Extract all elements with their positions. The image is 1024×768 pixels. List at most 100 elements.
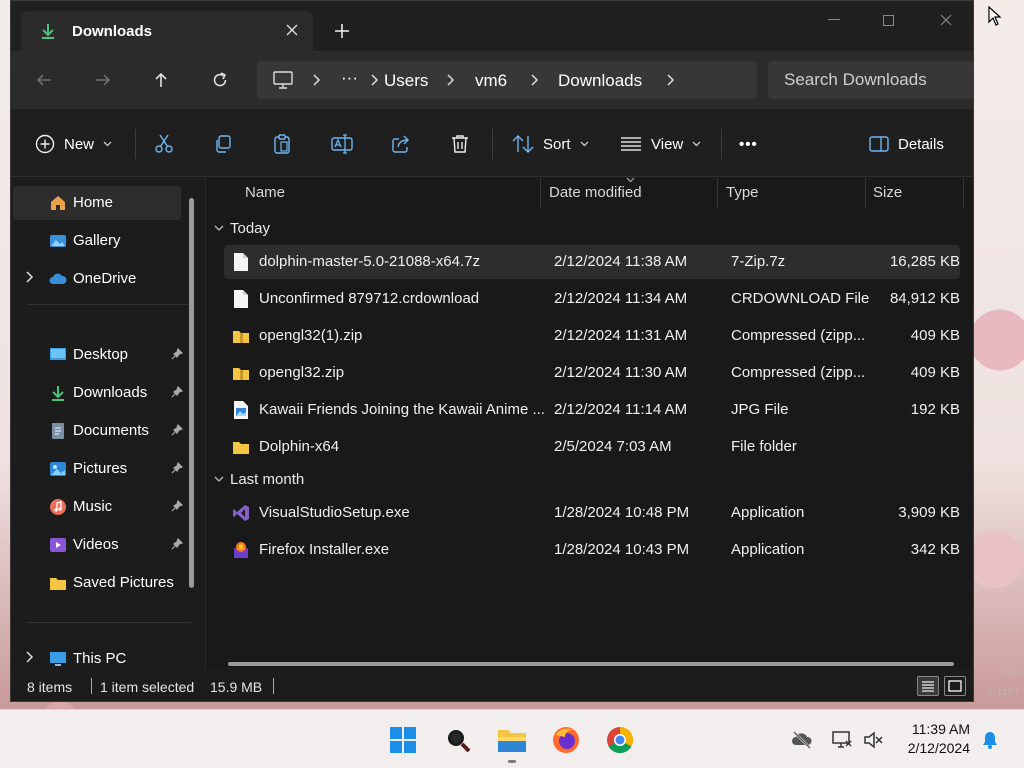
chevron-right-icon: [667, 74, 675, 86]
clipboard-icon: [274, 134, 290, 154]
search-button[interactable]: [440, 722, 476, 758]
system-clock[interactable]: 11:39 AM 2/12/2024: [908, 720, 970, 758]
sidebar-scrollbar[interactable]: [189, 198, 194, 588]
group-header-today[interactable]: Today: [214, 220, 270, 237]
breadcrumb-downloads[interactable]: Downloads: [558, 71, 642, 91]
cloud-offline-icon[interactable]: [791, 729, 813, 751]
back-button[interactable]: [29, 65, 59, 95]
column-divider[interactable]: [865, 178, 866, 208]
tiles-view-button[interactable]: [944, 676, 966, 696]
sidebar-divider: [27, 622, 191, 623]
sidebar-item-gallery[interactable]: Gallery: [13, 224, 181, 258]
videos-icon: [50, 538, 66, 552]
file-size: 342 KB: [910, 541, 960, 558]
scissors-icon: [155, 134, 173, 153]
column-header-date[interactable]: Date modified: [549, 184, 642, 201]
chevron-down-icon: [214, 476, 224, 482]
file-size: 409 KB: [910, 364, 960, 381]
firefox-installer-icon: [234, 542, 248, 558]
search-input[interactable]: Search Downloads: [768, 61, 973, 99]
file-type: Application: [731, 504, 805, 521]
details-pane-button[interactable]: Details: [869, 129, 944, 159]
column-divider[interactable]: [717, 178, 718, 208]
column-divider[interactable]: [540, 178, 541, 208]
sidebar-item-documents[interactable]: Documents: [13, 414, 183, 448]
address-bar[interactable]: ··· Users vm6 Downloads: [257, 61, 757, 99]
file-row[interactable]: Kawaii Friends Joining the Kawaii Anime …: [224, 393, 960, 427]
file-row[interactable]: Dolphin-x64 2/5/2024 7:03 AM File folder: [224, 430, 960, 464]
close-tab-button[interactable]: [279, 17, 305, 43]
group-header-last-month[interactable]: Last month: [214, 471, 304, 488]
details-view-button[interactable]: [917, 676, 939, 696]
refresh-button[interactable]: [205, 65, 235, 95]
file-row[interactable]: opengl32.zip 2/12/2024 11:30 AM Compress…: [224, 356, 960, 390]
column-header-size[interactable]: Size: [873, 184, 902, 201]
notification-bell-icon[interactable]: [979, 729, 1001, 751]
sidebar-item-desktop[interactable]: Desktop: [13, 338, 183, 372]
file-name: Unconfirmed 879712.crdownload: [259, 290, 480, 307]
column-header-type[interactable]: Type: [726, 184, 759, 201]
file-name: Dolphin-x64: [259, 438, 340, 455]
close-window-button[interactable]: [923, 7, 969, 33]
delete-button[interactable]: [450, 129, 470, 159]
search-icon: [448, 730, 471, 753]
documents-icon: [52, 423, 64, 439]
chevron-down-icon: [214, 225, 224, 231]
gallery-icon: [50, 235, 66, 247]
file-name: Kawaii Friends Joining the Kawaii Anime …: [259, 401, 545, 418]
status-divider: [273, 678, 274, 694]
up-button[interactable]: [146, 65, 176, 95]
network-icon[interactable]: [831, 729, 853, 751]
file-row[interactable]: dolphin-master-5.0-21088-x64.7z 2/12/202…: [224, 245, 960, 279]
breadcrumb-vm6[interactable]: vm6: [475, 71, 507, 91]
firefox-taskbar-button[interactable]: [548, 722, 584, 758]
chevron-down-icon: [580, 141, 588, 147]
file-row[interactable]: Firefox Installer.exe 1/28/2024 10:43 PM…: [224, 533, 960, 567]
sort-button[interactable]: Sort: [512, 129, 589, 159]
minimize-button[interactable]: [811, 7, 857, 33]
file-row[interactable]: opengl32(1).zip 2/12/2024 11:31 AM Compr…: [224, 319, 960, 353]
share-button[interactable]: [391, 129, 411, 159]
copy-button[interactable]: [213, 129, 233, 159]
maximize-button[interactable]: [865, 7, 911, 33]
navigation-bar: ··· Users vm6 Downloads Search Downloads: [11, 51, 973, 109]
file-row[interactable]: Unconfirmed 879712.crdownload 2/12/2024 …: [224, 282, 960, 316]
forward-button[interactable]: [88, 65, 118, 95]
rename-button[interactable]: [331, 129, 353, 159]
more-options-button[interactable]: •••: [739, 129, 758, 159]
tab-downloads[interactable]: Downloads: [21, 11, 313, 51]
sidebar-item-onedrive[interactable]: OneDrive: [13, 262, 181, 296]
sidebar-item-videos[interactable]: Videos: [13, 528, 183, 562]
active-app-indicator: [508, 760, 516, 763]
sidebar-item-pictures[interactable]: Pictures: [13, 452, 183, 486]
group-label: Today: [230, 220, 271, 237]
paste-button[interactable]: [272, 129, 292, 159]
breadcrumb-more[interactable]: ···: [341, 68, 358, 88]
view-button[interactable]: View: [620, 129, 701, 159]
sidebar-item-music[interactable]: Music: [13, 490, 183, 524]
new-tab-button[interactable]: [329, 18, 355, 44]
volume-muted-icon[interactable]: [862, 729, 884, 751]
file-icon: [234, 253, 248, 271]
tab-title: Downloads: [72, 23, 153, 40]
cut-button[interactable]: [154, 129, 174, 159]
zip-folder-icon: [233, 331, 249, 343]
file-name: opengl32.zip: [259, 364, 345, 381]
sidebar-item-saved-pictures[interactable]: Saved Pictures: [13, 566, 181, 600]
sidebar-item-downloads[interactable]: Downloads: [13, 376, 183, 410]
new-button[interactable]: New: [35, 129, 112, 159]
file-row[interactable]: VisualStudioSetup.exe 1/28/2024 10:48 PM…: [224, 496, 960, 530]
horizontal-scrollbar[interactable]: [228, 662, 954, 666]
file-type: Compressed (zipp...: [731, 327, 866, 344]
close-icon: [286, 24, 298, 36]
column-divider[interactable]: [963, 178, 964, 208]
start-button[interactable]: [385, 722, 421, 758]
chrome-taskbar-button[interactable]: [602, 722, 638, 758]
breadcrumb-users[interactable]: Users: [384, 71, 428, 91]
download-arrow-icon: [42, 24, 54, 39]
sidebar-item-home[interactable]: Home: [13, 186, 181, 220]
desktop-icon: [50, 348, 66, 360]
column-header-name[interactable]: Name: [245, 184, 285, 201]
file-name: dolphin-master-5.0-21088-x64.7z: [259, 253, 480, 270]
file-explorer-taskbar-button[interactable]: [494, 722, 530, 758]
